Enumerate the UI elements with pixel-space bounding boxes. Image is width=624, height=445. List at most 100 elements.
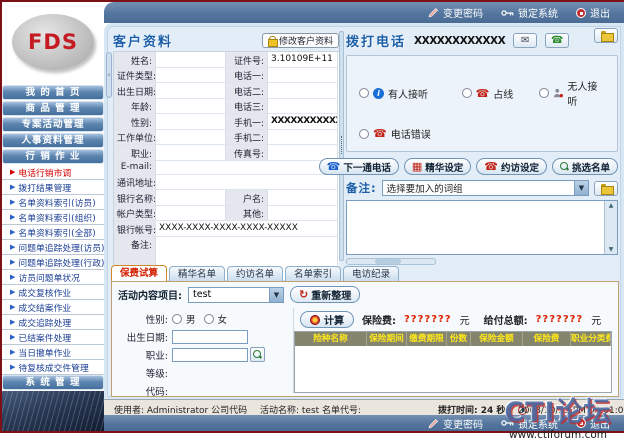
sidebar-item-list-index-agent[interactable]: ▶名单资料索引(访员)	[2, 195, 104, 210]
save-icon	[601, 184, 612, 193]
change-password-link-bottom[interactable]: 变更密码	[428, 416, 483, 431]
sidebar-item-list-index-org[interactable]: ▶名单资料索引(组织)	[2, 210, 104, 225]
payout-label: 给付总额:	[484, 312, 528, 327]
tab-elite-list[interactable]: 精华名单	[169, 266, 225, 282]
elite-icon: ▦	[412, 161, 422, 172]
sidebar-item-deal-review[interactable]: ▶成交复核作业	[2, 285, 104, 300]
scroll-down-icon[interactable]: ▼	[609, 246, 614, 253]
radio-icon	[359, 88, 369, 98]
sidebar-section-marketing[interactable]: 行 销 作 业	[2, 149, 104, 164]
scroll-up-icon[interactable]: ▲	[609, 202, 614, 209]
email-button[interactable]: ✉	[513, 33, 537, 48]
radio-no-answer[interactable]: 无人接听	[539, 78, 605, 108]
info-icon: i	[373, 88, 384, 99]
add-phrase-button[interactable]	[594, 181, 618, 196]
dob-input[interactable]	[172, 330, 248, 344]
radio-wrong-number[interactable]: ☎电话错误	[359, 126, 467, 141]
arrow-icon: ▶	[10, 363, 15, 371]
sidebar-item-telemarketing-survey[interactable]: ▶电话行销市调	[2, 165, 104, 180]
radio-label: 占线	[493, 86, 513, 101]
edit-customer-button[interactable]: 修改客户资料	[262, 33, 339, 48]
sidebar-item-same-day-cancel[interactable]: ▶当日撤单作业	[2, 345, 104, 360]
job-search-button[interactable]	[250, 347, 265, 362]
logout-link[interactable]: 退出	[576, 5, 610, 20]
lock-system-link[interactable]: 锁定系统	[501, 5, 558, 20]
change-password-label: 变更密码	[443, 5, 483, 20]
arrow-icon: ▶	[10, 318, 15, 326]
bank-name-label: 银行名称:	[114, 190, 156, 206]
vertical-splitter[interactable]	[339, 31, 344, 261]
collapse-panel-handle[interactable]: ‹	[106, 52, 112, 98]
field-value	[156, 145, 226, 161]
field-value	[268, 68, 338, 84]
activity-select[interactable]: test ▼	[188, 287, 284, 303]
lock-system-link-bottom[interactable]: 锁定系统	[501, 416, 558, 431]
calculate-button[interactable]: 计算	[300, 311, 354, 328]
refresh-label: 重新整理	[311, 287, 351, 302]
field-label: 姓名:	[114, 52, 156, 68]
sidebar-section-hr[interactable]: 人事资料管理	[2, 133, 104, 148]
dial-phone-panel: 拨打电话 XXXXXXXXXXXX ✉ ☎ i有人接听 ☎占线 无人接听 ☎电话…	[346, 30, 618, 263]
bottom-bar: 变更密码 锁定系统 退出	[104, 415, 624, 431]
memo-textarea[interactable]: ▲▼	[346, 200, 618, 255]
magnifier-icon	[560, 162, 569, 171]
logout-link-bottom[interactable]: 退出	[576, 416, 610, 431]
logo-text: FDS	[28, 30, 78, 54]
pick-list-button[interactable]: 挑选名单	[552, 158, 618, 175]
field-value	[268, 99, 338, 115]
sidebar-item-issue-track-agent[interactable]: ▶问题单追踪处理(访员)	[2, 240, 104, 255]
pick-list-label: 挑选名单	[572, 160, 610, 174]
account-type-value	[156, 206, 226, 222]
sidebar-item-closed-case[interactable]: ▶已结案件处理	[2, 330, 104, 345]
next-call-button[interactable]: ☎下一通电话	[319, 158, 399, 175]
phrase-select[interactable]: 选择要加入的词组 ▼	[382, 180, 589, 196]
male-label: 男	[186, 312, 196, 326]
sidebar-item-list-index-all[interactable]: ▶名单资料索引(全部)	[2, 225, 104, 240]
radio-label: 无人接听	[567, 78, 605, 108]
radio-icon	[172, 314, 182, 324]
refresh-button[interactable]: ↻ 重新整理	[290, 286, 360, 303]
sidebar-item-pending-review[interactable]: ▶待复核成交件管理	[2, 360, 104, 375]
tab-list-index[interactable]: 名单索引	[285, 266, 341, 282]
other-value	[268, 206, 338, 222]
sidebar-section-system[interactable]: 系 统 管 理	[2, 375, 104, 390]
dial-panel-title: 拨打电话	[346, 31, 406, 50]
arrow-icon: ▶	[10, 168, 15, 176]
radio-male[interactable]: 男	[172, 312, 196, 326]
field-label: 传真号:	[226, 145, 268, 161]
visit-setting-button[interactable]: ☎约访设定	[476, 158, 547, 175]
sidebar-item-label: 名单资料索引(访员)	[18, 196, 95, 209]
dial-action-buttons: ☎下一通电话 ▦精华设定 ☎约访设定 挑选名单	[319, 158, 618, 175]
grade-label: 等级:	[116, 366, 172, 380]
activity-label: 活动内容项目:	[118, 287, 182, 302]
dial-button[interactable]: ☎	[545, 33, 569, 48]
field-value: 3.10109E+11	[268, 52, 338, 68]
elite-setting-button[interactable]: ▦精华设定	[404, 158, 471, 175]
radio-answered[interactable]: i有人接听	[359, 78, 462, 108]
tab-premium-calc[interactable]: 保费试算	[111, 265, 167, 282]
sidebar-section-campaign[interactable]: 专案活动管理	[2, 117, 104, 132]
sidebar-item-label: 问题单追踪处理(访员)	[18, 241, 104, 254]
sidebar-item-deal-close[interactable]: ▶成交结案作业	[2, 300, 104, 315]
sidebar-section-home[interactable]: 我 的 首 页	[2, 85, 104, 100]
tab-visit-list[interactable]: 约访名单	[227, 266, 283, 282]
bank-account-label: 银行帐号:	[114, 221, 156, 237]
memo-hscrollbar[interactable]	[346, 258, 436, 265]
sidebar-item-call-result[interactable]: ▶拨打结果管理	[2, 180, 104, 195]
job-input[interactable]	[172, 348, 248, 362]
sidebar-item-agent-issue-status[interactable]: ▶访员问题单状况	[2, 270, 104, 285]
sidebar-item-deal-track[interactable]: ▶成交追踪处理	[2, 315, 104, 330]
radio-female[interactable]: 女	[204, 312, 228, 326]
holder-label: 户名:	[226, 190, 268, 206]
sidebar-section-product[interactable]: 商 品 管 理	[2, 101, 104, 116]
change-password-link[interactable]: 变更密码	[428, 5, 483, 20]
radio-label: 电话错误	[391, 126, 431, 141]
radio-busy[interactable]: ☎占线	[462, 78, 540, 108]
tab-call-record[interactable]: 电访纪录	[343, 266, 399, 282]
quick-save-button[interactable]	[594, 28, 618, 43]
elite-setting-label: 精华设定	[425, 160, 463, 174]
memo-scrollbar[interactable]: ▲▼	[604, 201, 617, 254]
field-label: 证件类型:	[114, 68, 156, 84]
sidebar-item-issue-track-admin[interactable]: ▶问题单追踪处理(行政)	[2, 255, 104, 270]
radio-icon	[539, 88, 549, 98]
